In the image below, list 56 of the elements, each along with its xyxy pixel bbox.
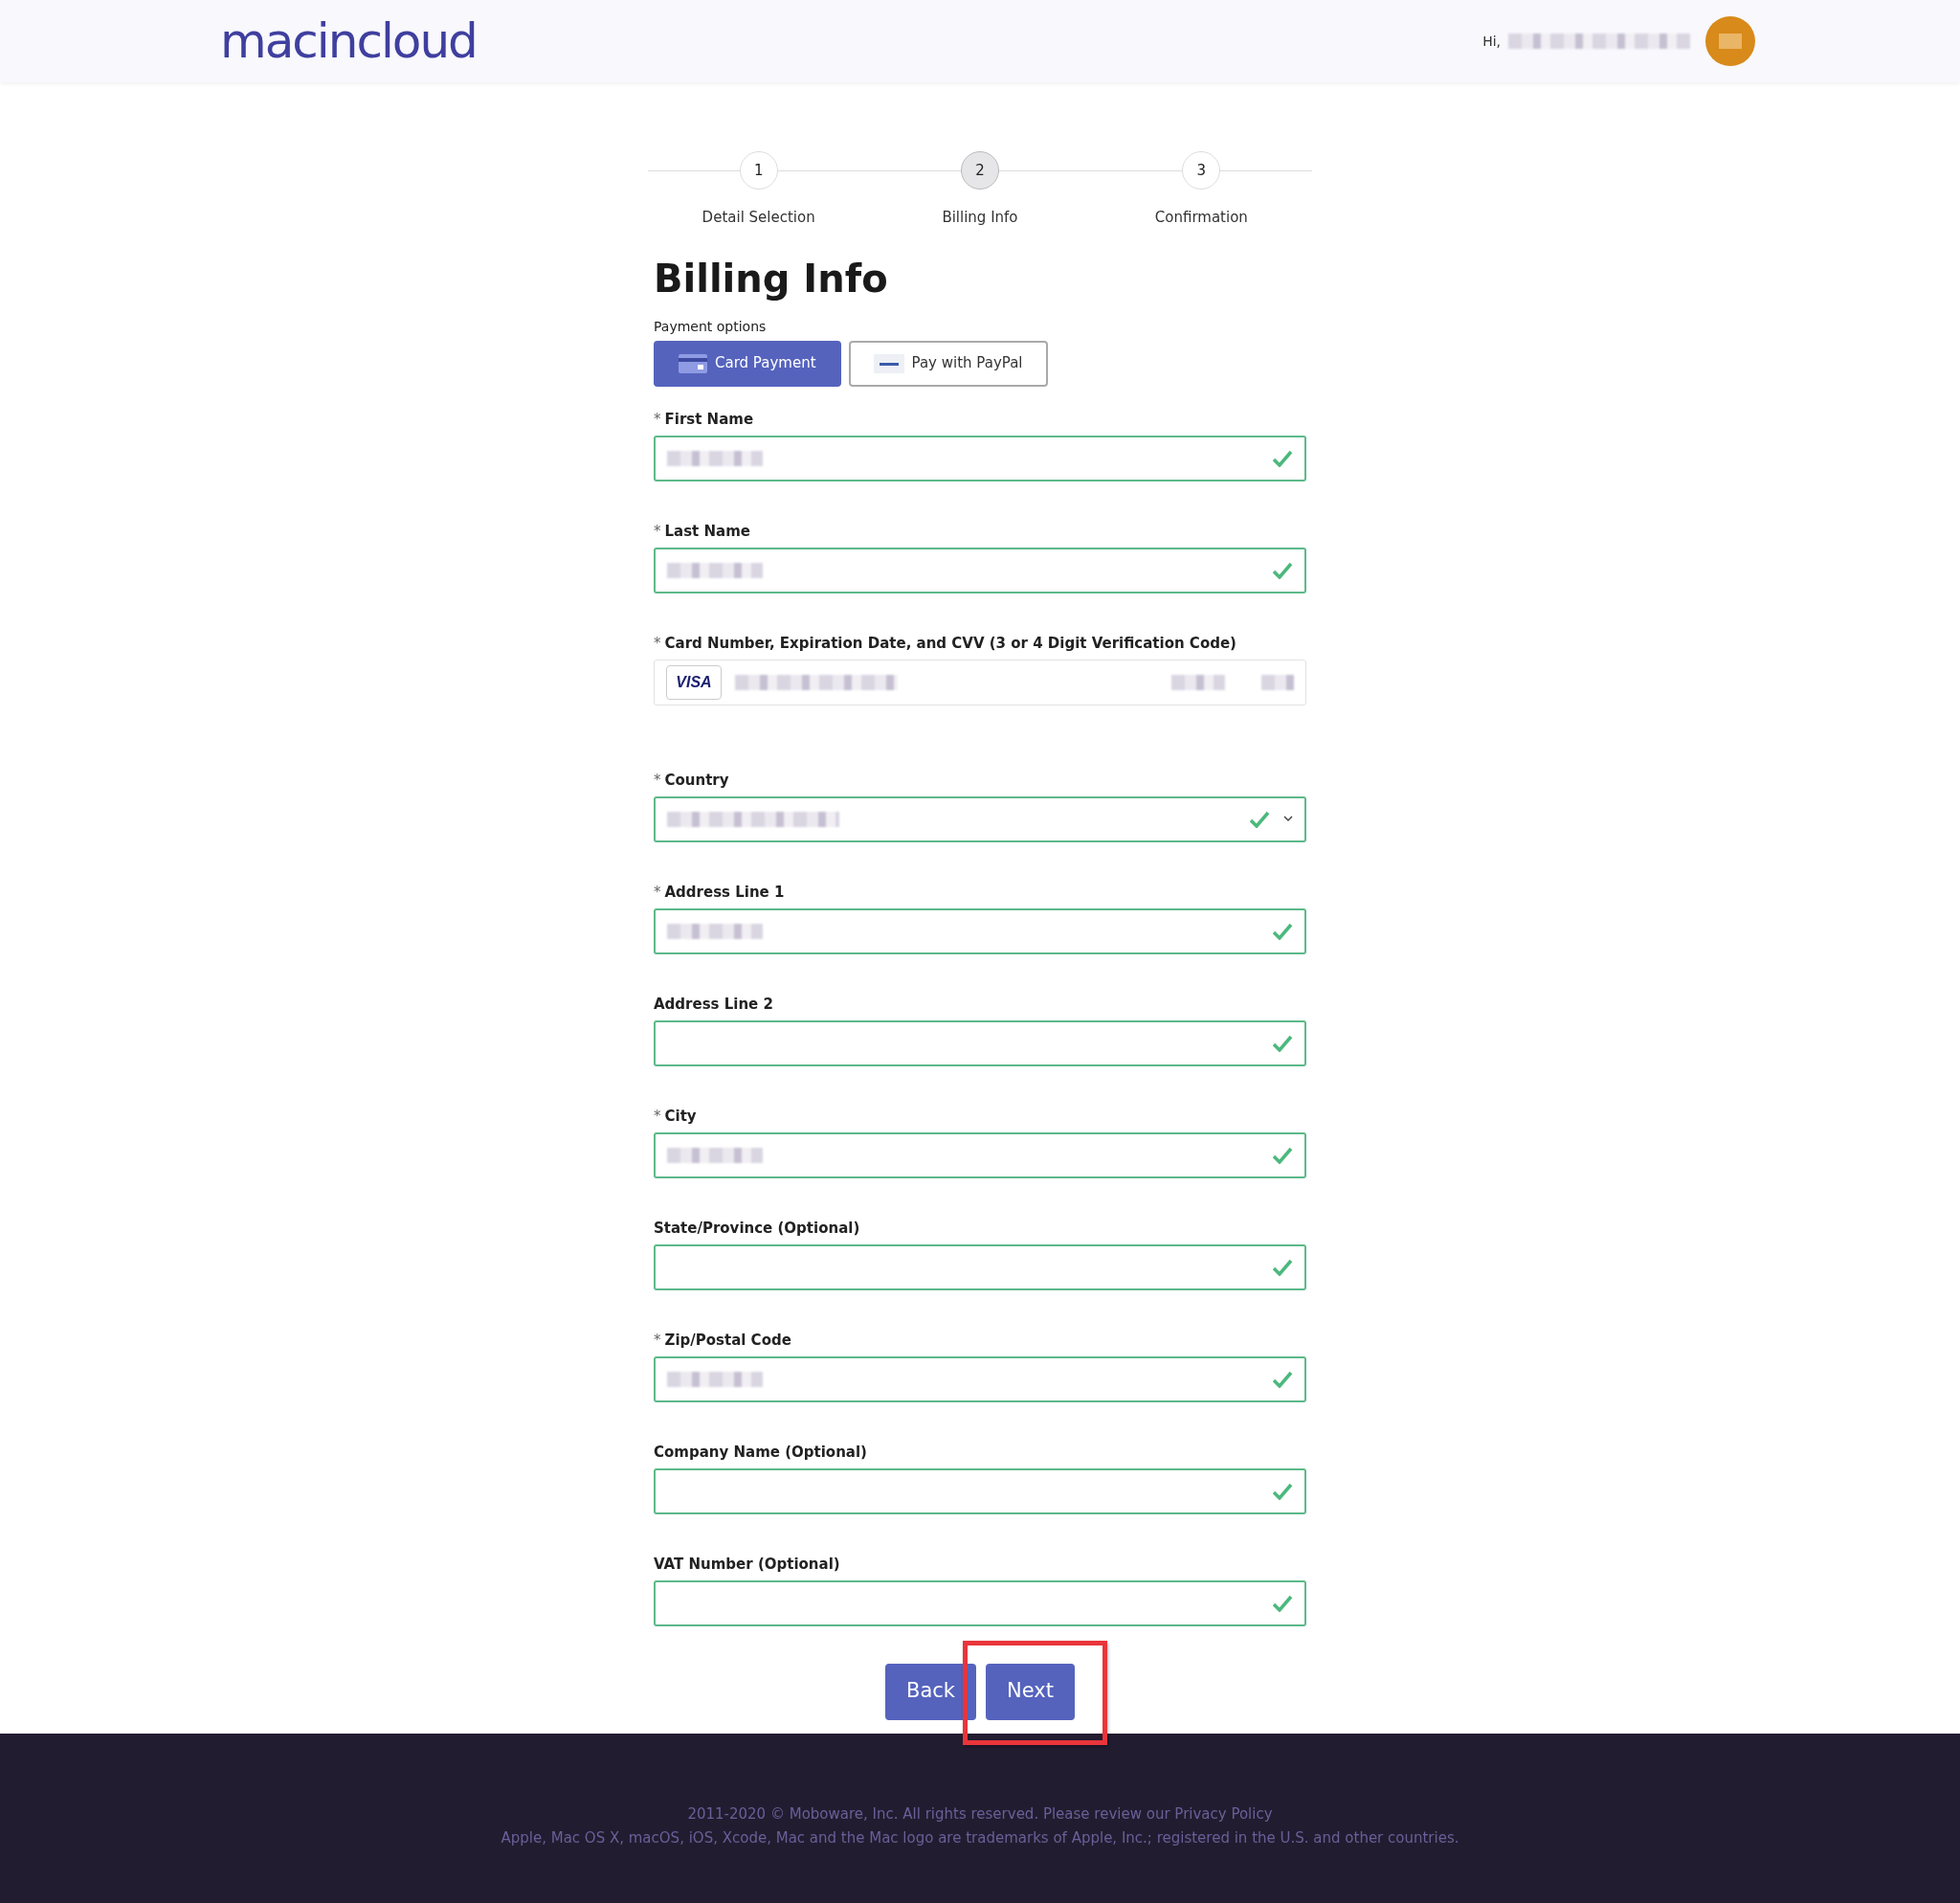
input-field[interactable] (654, 1579, 1306, 1626)
step-circle: 2 (961, 151, 999, 190)
field-label: Company Name (Optional) (654, 1442, 868, 1462)
field-label: * First Name (654, 409, 755, 429)
check-icon (1272, 1258, 1293, 1276)
input-field[interactable] (654, 1019, 1306, 1066)
page-heading: Billing Info (654, 257, 889, 300)
input-field[interactable] (654, 1131, 1306, 1178)
step-label: Detail Selection (702, 208, 815, 228)
step-label: Confirmation (1154, 208, 1248, 228)
input-field[interactable] (654, 435, 1306, 481)
step-circle: 1 (739, 151, 778, 190)
field-label: State/Province (Optional) (654, 1218, 861, 1238)
input-field[interactable] (654, 1243, 1306, 1290)
nav-button[interactable]: Next (986, 1663, 1075, 1720)
blurred-cvv (1261, 674, 1294, 690)
input-field[interactable]: VISA (654, 659, 1306, 705)
check-icon (1272, 561, 1293, 579)
field-label: * City (654, 1106, 698, 1126)
check-icon (1272, 922, 1293, 940)
credit-card-icon (679, 353, 707, 373)
section-label: Payment options (654, 317, 768, 336)
copyright-text: 2011-2020 © Moboware, Inc. All rights reserved. Please review our Privacy Policy (687, 1803, 1273, 1825)
avatar[interactable] (1705, 16, 1755, 66)
card-brand-logo: VISA (666, 664, 722, 700)
trademark-text: Apple, Mac OS X, macOS, iOS, Xcode, Mac and the Mac logo are trademarks of Apple, Inc.; registered in the U.S. and other countries. (501, 1828, 1459, 1848)
check-icon (1272, 1482, 1293, 1500)
select-field[interactable] (654, 795, 1306, 842)
field-label: * Last Name (654, 521, 751, 541)
check-icon (1272, 449, 1293, 467)
field-label: * Address Line 1 (654, 882, 786, 902)
field-label: * Zip/Postal Code (654, 1330, 792, 1350)
check-icon (1272, 1594, 1293, 1612)
check-icon (1249, 810, 1270, 828)
field-label: * Card Number, Expiration Date, and CVV (3 or 4 Digit Verification Code) (654, 633, 1237, 653)
field-label: Address Line 2 (654, 994, 774, 1014)
greeting-text: Hi, (1482, 32, 1501, 51)
chevron-down-icon (1283, 816, 1293, 822)
field-label: * Country (654, 770, 730, 790)
blurred-expiry (1171, 674, 1225, 690)
input-field[interactable] (654, 1467, 1306, 1514)
check-icon (1272, 1146, 1293, 1164)
field-label: VAT Number (Optional) (654, 1554, 841, 1574)
input-field[interactable] (654, 1355, 1306, 1402)
payment-option-button[interactable]: Pay with PayPal (848, 340, 1048, 387)
step-label: Billing Info (942, 208, 1018, 228)
step-circle: 3 (1182, 151, 1221, 190)
logo[interactable]: macincloud (220, 17, 477, 65)
privacy-policy-link[interactable]: Privacy Policy (1174, 1804, 1273, 1823)
input-field[interactable] (654, 547, 1306, 593)
check-icon (1272, 1370, 1293, 1388)
payment-logo-icon (873, 353, 904, 373)
check-icon (1272, 1034, 1293, 1052)
payment-option-button[interactable]: Card Payment (654, 340, 841, 387)
input-field[interactable] (654, 907, 1306, 954)
nav-button[interactable]: Back (885, 1663, 977, 1720)
